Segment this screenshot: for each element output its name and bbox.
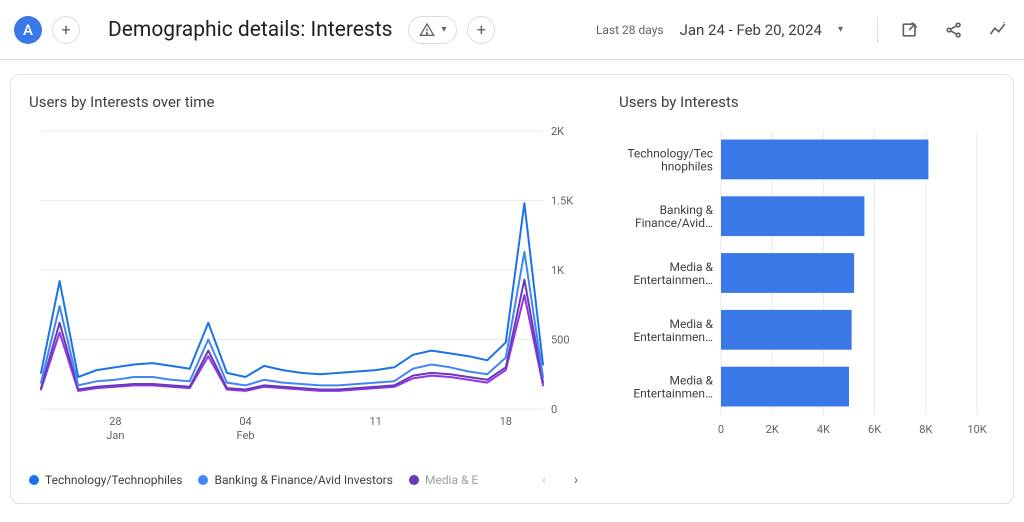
svg-text:Banking &: Banking & <box>660 203 714 217</box>
data-quality-chip[interactable]: ▾ <box>408 16 457 44</box>
legend-label: Media & E <box>425 473 478 487</box>
legend-item-3[interactable]: Media & E <box>409 473 478 487</box>
svg-text:500: 500 <box>551 334 570 347</box>
legend-item-2[interactable]: Banking & Finance/Avid Investors <box>198 473 392 487</box>
svg-text:2K: 2K <box>551 125 564 138</box>
svg-text:0: 0 <box>718 423 724 436</box>
svg-text:0: 0 <box>551 403 557 416</box>
bar-chart-title: Users by Interests <box>619 93 989 111</box>
legend-nav: ‹ › <box>531 467 589 493</box>
svg-text:Jan: Jan <box>106 429 124 442</box>
svg-text:10K: 10K <box>967 423 986 436</box>
svg-text:Media &: Media & <box>670 317 714 331</box>
line-legend: Technology/Technophiles Banking & Financ… <box>29 467 589 493</box>
svg-text:18: 18 <box>500 415 512 428</box>
svg-text:hnophiles: hnophiles <box>661 159 713 173</box>
header: A + Demographic details: Interests ▾ + L… <box>0 0 1024 60</box>
legend-item-1[interactable]: Technology/Technophiles <box>29 473 182 487</box>
svg-text:Entertainmen…: Entertainmen… <box>633 330 713 344</box>
svg-text:Media &: Media & <box>670 260 714 274</box>
svg-text:Feb: Feb <box>237 429 255 442</box>
line-chart: 0 500 1K 1.5K 2K 28Jan 04Feb 11 18 <box>29 125 589 455</box>
page-title: Demographic details: Interests <box>108 18 392 42</box>
legend-dot <box>198 475 208 485</box>
svg-text:04: 04 <box>239 415 251 428</box>
chevron-down-icon: ▾ <box>441 24 446 35</box>
line-chart-panel: Users by Interests over time 0 500 1K 1.5K 2… <box>29 93 589 493</box>
svg-text:2K: 2K <box>766 423 779 436</box>
date-range-dropdown[interactable]: ▾ <box>838 24 843 35</box>
svg-text:Finance/Avid…: Finance/Avid… <box>635 216 713 230</box>
warning-icon <box>419 22 435 38</box>
svg-text:Media &: Media & <box>670 374 714 388</box>
add-comparison-button[interactable]: + <box>52 16 80 44</box>
line-chart-title: Users by Interests over time <box>29 93 589 111</box>
insights-icon[interactable] <box>986 18 1010 42</box>
svg-text:1.5K: 1.5K <box>551 195 573 208</box>
legend-dot <box>409 475 419 485</box>
legend-next-button[interactable]: › <box>563 467 589 493</box>
add-filter-button[interactable]: + <box>467 16 495 44</box>
svg-text:Technology/Tec: Technology/Tec <box>627 146 713 160</box>
svg-text:Entertainmen…: Entertainmen… <box>633 387 713 401</box>
svg-text:28: 28 <box>109 415 121 428</box>
account-avatar[interactable]: A <box>14 16 42 44</box>
report-card: Users by Interests over time 0 500 1K 1.5K 2… <box>10 74 1014 504</box>
bar-chart: 0 2K 4K 6K 8K 10K Technology/Technophiles Banki… <box>619 125 989 455</box>
legend-label: Technology/Technophiles <box>45 473 182 487</box>
separator <box>877 17 878 43</box>
svg-text:Entertainmen…: Entertainmen… <box>633 273 713 287</box>
date-range[interactable]: Jan 24 - Feb 20, 2024 <box>680 21 822 39</box>
legend-prev-button[interactable]: ‹ <box>531 467 557 493</box>
share-icon[interactable] <box>942 18 966 42</box>
svg-text:8K: 8K <box>919 423 932 436</box>
report-body: Users by Interests over time 0 500 1K 1.5K 2… <box>0 60 1024 522</box>
customize-report-icon[interactable] <box>898 18 922 42</box>
svg-text:4K: 4K <box>817 423 830 436</box>
bar-chart-panel: Users by Interests 0 2K 4K 6K 8K 10K Technolog… <box>619 93 989 493</box>
avatar-letter: A <box>23 21 33 39</box>
svg-text:11: 11 <box>369 415 381 428</box>
svg-text:1K: 1K <box>551 264 564 277</box>
svg-text:6K: 6K <box>868 423 881 436</box>
legend-label: Banking & Finance/Avid Investors <box>214 473 392 487</box>
legend-dot <box>29 475 39 485</box>
date-range-label: Last 28 days <box>596 23 664 37</box>
